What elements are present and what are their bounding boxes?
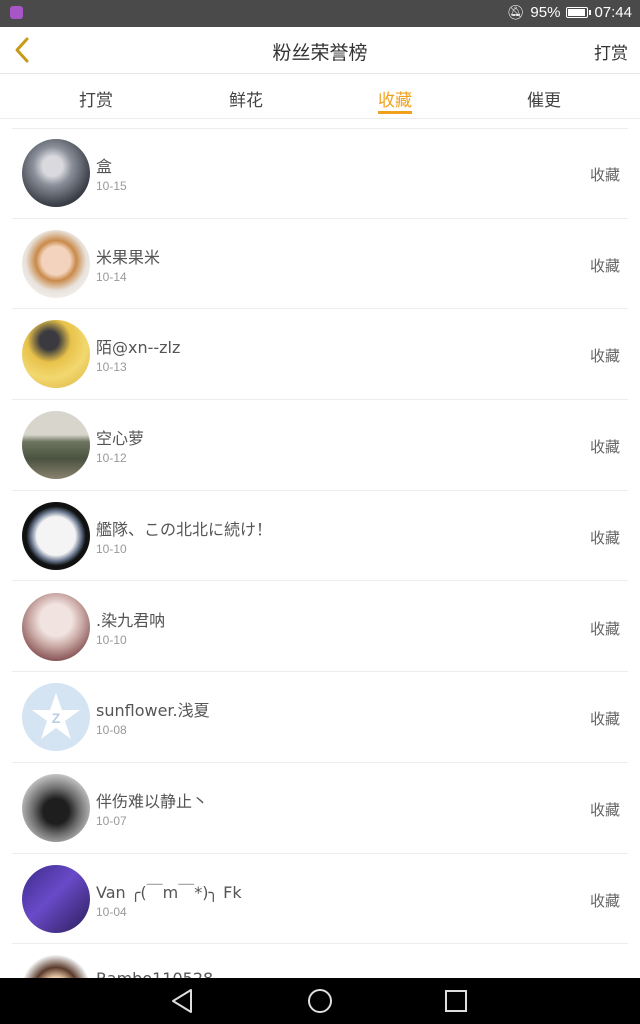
user-name: Van ╭(￣m￣*)╮ Fk: [96, 882, 242, 902]
recents-square-icon[interactable]: [441, 986, 471, 1016]
avatar: [22, 955, 90, 978]
date: 10-07: [96, 813, 127, 828]
date: 10-10: [96, 632, 127, 647]
avatar: [22, 139, 90, 207]
list-item[interactable]: Rambo110528: [0, 944, 640, 978]
status-right: 🔕︎ 95% 07:44: [507, 4, 632, 21]
tab-reward[interactable]: 打赏: [66, 86, 126, 111]
avatar: [22, 501, 90, 570]
list-item[interactable]: .染九君呐 10-10 收藏: [0, 582, 640, 673]
avatar: [22, 773, 90, 842]
user-name: sunflower.浅夏: [96, 701, 210, 721]
home-circle-icon[interactable]: [305, 986, 335, 1016]
date: 10-08: [96, 723, 127, 738]
user-name: 陌@xn--zlz: [96, 338, 181, 358]
list-item[interactable]: 盒 10-15 收藏: [0, 128, 640, 219]
action-label: 收藏: [589, 800, 620, 819]
avatar: [22, 864, 90, 933]
action-label: 收藏: [589, 166, 620, 184]
list-item[interactable]: 伴伤难以静止丶 10-07 收藏: [0, 763, 640, 854]
back-triangle-icon[interactable]: [168, 986, 198, 1016]
svg-text:Z: Z: [52, 710, 61, 726]
battery-icon: [566, 7, 592, 18]
system-navigation-bar: [0, 978, 640, 1024]
user-name: Rambo110528: [96, 969, 213, 978]
user-name: 艦隊、この北北に続け！: [96, 519, 273, 539]
date: 10-13: [96, 360, 127, 375]
action-label: 收藏: [589, 891, 620, 910]
list-item[interactable]: 艦隊、この北北に続け！ 10-10 收藏: [0, 491, 640, 582]
avatar: [22, 592, 90, 661]
date: 10-14: [96, 269, 127, 284]
list-item[interactable]: 米果果米 10-14 收藏: [0, 219, 640, 310]
list-item[interactable]: 空心萝 10-12 收藏: [0, 400, 640, 491]
action-label: 收藏: [589, 710, 620, 729]
action-label: 收藏: [589, 438, 620, 457]
tab-flowers[interactable]: 鲜花: [216, 86, 276, 111]
battery-percent: 95%: [530, 4, 561, 21]
date: 10-04: [96, 904, 127, 919]
user-name: .染九君呐: [96, 610, 166, 630]
default-star-avatar-icon: Z: [32, 693, 80, 740]
avatar: Z: [22, 683, 90, 752]
action-label: 收藏: [589, 347, 620, 366]
list-item[interactable]: 陌@xn--zlz 10-13 收藏: [0, 309, 640, 401]
date: 10-10: [96, 541, 127, 556]
fan-list[interactable]: 盒 10-15 收藏 米果果米 10-14 收藏 陌@xn--zlz 10-13…: [0, 128, 640, 978]
avatar: [22, 320, 90, 389]
tab-favorites[interactable]: 收藏: [365, 86, 425, 111]
clock: 07:44: [594, 4, 632, 21]
tab-bar: 打赏 鲜花 收藏 催更: [0, 73, 640, 119]
avatar: [22, 411, 90, 480]
action-label: 收藏: [589, 619, 620, 638]
action-label: 收藏: [589, 528, 620, 547]
page-title: 粉丝荣誉榜: [272, 42, 368, 64]
user-name: 空心萝: [96, 429, 145, 449]
list-item[interactable]: Z sunflower.浅夏 10-08 收藏: [0, 672, 640, 763]
reward-button[interactable]: 打赏: [594, 39, 628, 64]
app-notification-icon: [10, 6, 23, 19]
user-name: 伴伤难以静止丶: [96, 791, 209, 811]
user-name: 盒: [96, 157, 113, 176]
tab-update-request[interactable]: 催更: [514, 86, 574, 111]
action-label: 收藏: [589, 256, 620, 275]
active-tab-indicator: [378, 111, 412, 114]
avatar: [22, 229, 90, 298]
date: 10-15: [96, 179, 127, 193]
list-item[interactable]: Van ╭(￣m￣*)╮ Fk 10-04 收藏: [0, 854, 640, 945]
mute-icon: 🔕︎: [506, 4, 525, 20]
date: 10-12: [96, 451, 127, 466]
status-bar: 🔕︎ 95% 07:44: [0, 0, 640, 27]
header: 粉丝荣誉榜 打赏: [0, 27, 640, 73]
user-name: 米果果米: [96, 247, 161, 267]
